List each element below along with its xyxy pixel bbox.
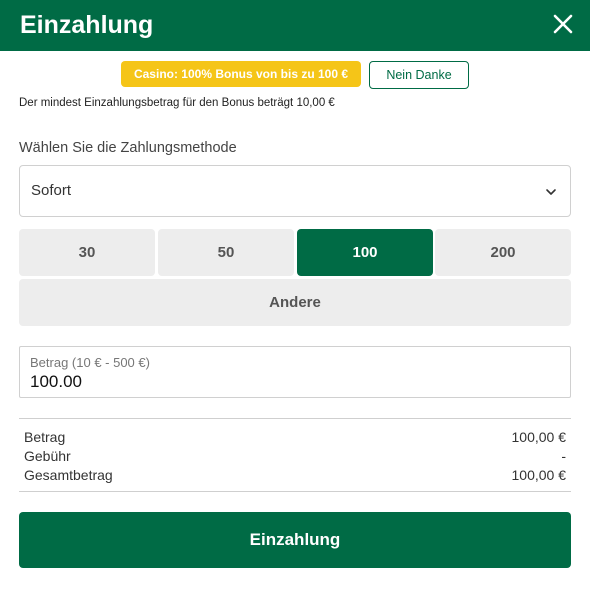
summary-label: Betrag [24,429,66,445]
summary-row-total: Gesamtbetrag 100,00 € [24,466,566,485]
summary-row-fee: Gebühr - [24,447,566,466]
payment-method-label: Wählen Sie die Zahlungsmethode [19,140,237,156]
summary-label: Gebühr [24,448,71,464]
summary-value: 100,00 € [511,429,567,445]
payment-method-value: Sofort [31,182,72,199]
amount-option-200[interactable]: 200 [435,229,571,276]
summary-divider-bottom [19,491,571,492]
close-icon [553,14,573,34]
amount-option-50[interactable]: 50 [158,229,294,276]
chevron-down-icon [546,189,556,195]
summary-divider-top [19,418,571,419]
amount-input[interactable] [30,372,550,392]
amount-option-30[interactable]: 30 [19,229,155,276]
summary-value: 100,00 € [511,467,567,483]
summary-value: - [561,448,566,464]
close-button[interactable] [550,11,576,37]
amount-option-other[interactable]: Andere [19,279,571,326]
payment-method-select[interactable]: Sofort [19,165,571,217]
amount-field[interactable]: Betrag (10 € - 500 €) [19,346,571,398]
bonus-minimum-note: Der mindest Einzahlungsbetrag für den Bo… [19,97,335,109]
deposit-submit-button[interactable]: Einzahlung [19,512,571,568]
summary-row-amount: Betrag 100,00 € [24,428,566,447]
bonus-promo-button[interactable]: Casino: 100% Bonus von bis zu 100 € [121,61,361,87]
decline-bonus-button[interactable]: Nein Danke [369,61,469,89]
summary-label: Gesamtbetrag [24,467,113,483]
modal-title: Einzahlung [20,11,154,39]
amount-option-100[interactable]: 100 [297,229,433,276]
modal-header: Einzahlung [0,0,590,51]
amount-field-label: Betrag (10 € - 500 €) [30,355,150,370]
